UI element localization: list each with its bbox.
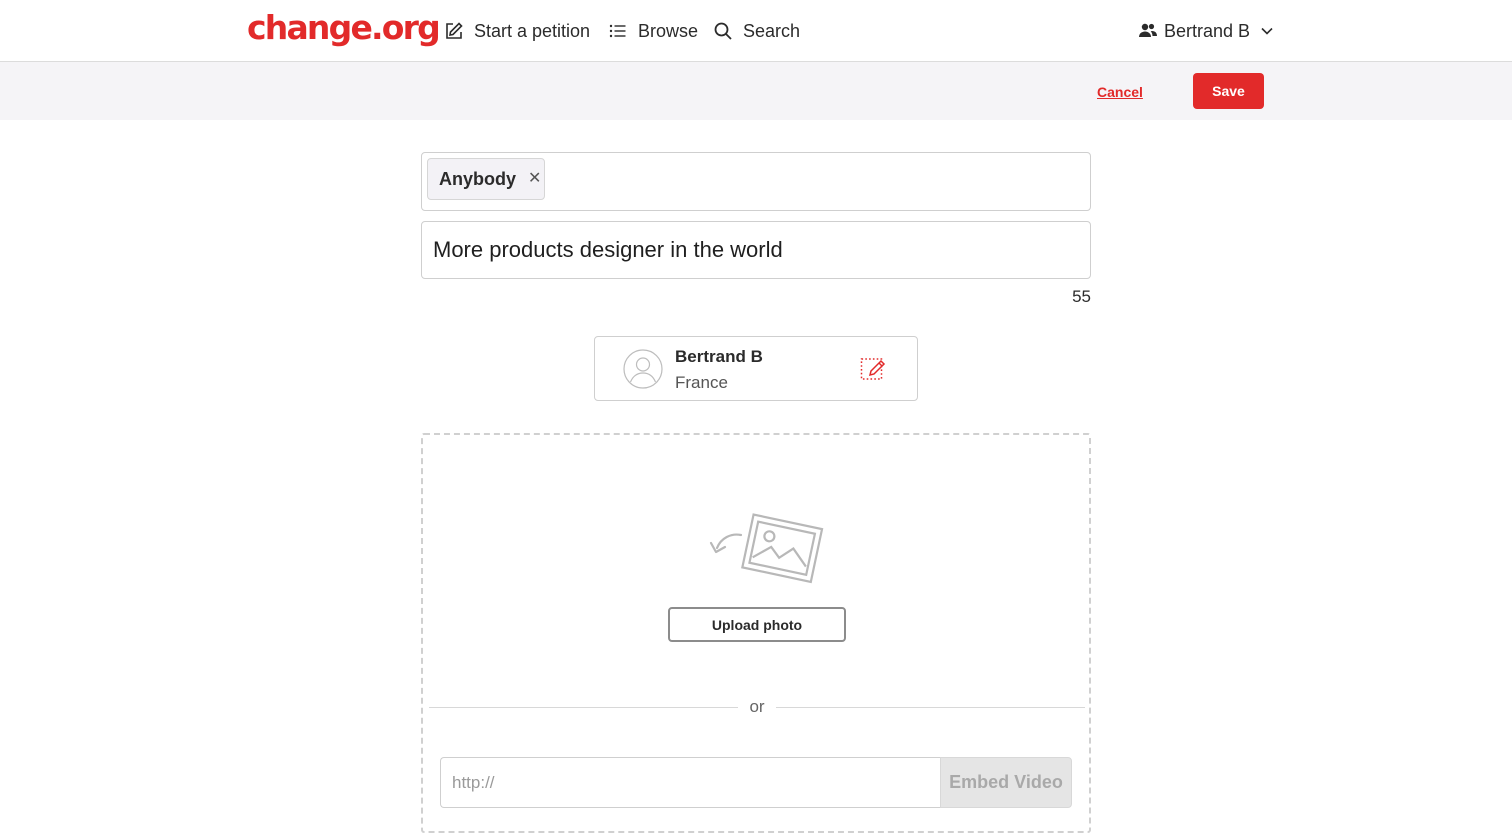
divider-left	[429, 707, 738, 708]
edit-action-bar: Cancel Save	[0, 62, 1512, 120]
cancel-link[interactable]: Cancel	[1097, 84, 1143, 100]
character-count: 55	[1072, 287, 1091, 306]
petition-title-input[interactable]	[421, 221, 1091, 279]
upload-photo-button[interactable]: Upload photo	[668, 607, 846, 642]
user-menu[interactable]: Bertrand B	[1138, 16, 1274, 46]
search-icon	[714, 22, 732, 40]
target-input[interactable]: Anybody ✕	[421, 152, 1091, 211]
user-avatar-icon	[623, 349, 663, 389]
chevron-down-icon	[1261, 27, 1273, 35]
edit-pencil-icon[interactable]	[859, 354, 887, 382]
change-org-logo[interactable]: change.org	[247, 8, 441, 47]
save-button[interactable]: Save	[1193, 73, 1264, 109]
or-separator: or	[749, 697, 765, 716]
divider-right	[776, 707, 1085, 708]
video-url-input[interactable]	[440, 757, 940, 808]
media-upload-area[interactable]: Upload photo or Embed Video	[421, 433, 1091, 833]
target-chip: Anybody ✕	[427, 158, 545, 200]
target-chip-label: Anybody	[439, 168, 517, 189]
nav-start-petition[interactable]: Start a petition	[444, 16, 590, 46]
nav-search-label: Search	[743, 20, 801, 41]
nav-search[interactable]: Search	[713, 16, 800, 46]
nav-browse-label: Browse	[638, 20, 699, 41]
list-icon	[609, 24, 626, 38]
photo-upload-icon	[709, 513, 824, 584]
author-card: Bertrand B France	[594, 336, 918, 401]
nav-browse[interactable]: Browse	[608, 16, 698, 46]
nav-start-petition-label: Start a petition	[474, 20, 591, 41]
author-name: Bertrand B	[675, 347, 763, 366]
users-icon	[1139, 23, 1157, 37]
embed-video-button[interactable]: Embed Video	[940, 757, 1072, 808]
top-navigation: change.org Start a petition Browse Searc…	[0, 0, 1512, 62]
user-name: Bertrand B	[1164, 20, 1251, 41]
pencil-square-icon	[446, 22, 463, 39]
close-icon[interactable]: ✕	[528, 171, 541, 187]
author-country: France	[675, 373, 728, 392]
